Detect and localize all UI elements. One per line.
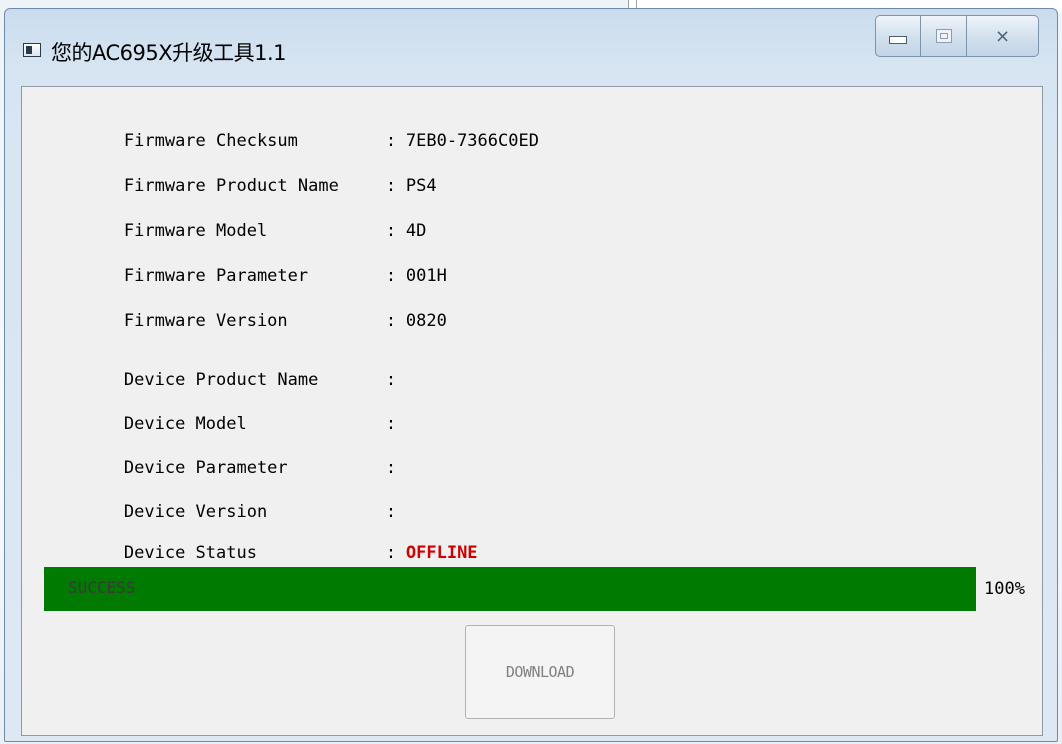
progress-percent: 100% — [984, 579, 1025, 599]
desktop-background: 您的AC695X升级工具1.1 ⨯ Firmware Checksum:7EB0… — [0, 0, 1062, 744]
maximize-button[interactable] — [921, 15, 967, 57]
field-device-status: Device Status: OFFLINE — [42, 517, 478, 563]
field-firmware-checksum: Firmware Checksum:7EB0-7366C0ED — [42, 105, 539, 151]
title-bar[interactable]: 您的AC695X升级工具1.1 ⨯ — [5, 9, 1057, 79]
field-device-model: Device Model: — [42, 388, 406, 434]
client-area: Firmware Checksum:7EB0-7366C0ED Firmware… — [21, 86, 1043, 736]
field-device-product-name: Device Product Name: — [42, 344, 406, 390]
close-button[interactable]: ⨯ — [967, 15, 1039, 57]
minimize-button[interactable] — [875, 15, 921, 57]
field-device-version: Device Version: — [42, 476, 406, 522]
upgrade-tool-window: 您的AC695X升级工具1.1 ⨯ Firmware Checksum:7EB0… — [4, 8, 1058, 742]
minimize-icon — [889, 36, 907, 44]
field-value: 0820 — [405, 311, 447, 331]
download-button[interactable]: DOWNLOAD — [465, 625, 615, 719]
caption-buttons: ⨯ — [875, 15, 1039, 57]
field-device-parameter: Device Parameter: — [42, 432, 406, 478]
field-firmware-version: Firmware Version:0820 — [42, 285, 447, 331]
device-status-value: OFFLINE — [405, 543, 478, 563]
app-window-icon[interactable] — [23, 43, 41, 57]
field-colon: : — [385, 311, 397, 331]
window-title: 您的AC695X升级工具1.1 — [51, 41, 287, 65]
field-label: Device Status — [123, 543, 257, 563]
field-firmware-model: Firmware Model:4D — [42, 195, 426, 241]
field-firmware-product-name: Firmware Product Name: PS4 — [42, 150, 437, 196]
progress-bar: SUCCESS — [44, 567, 976, 611]
field-label: Firmware Version — [123, 311, 288, 331]
field-colon: : — [385, 543, 397, 563]
maximize-icon — [935, 29, 952, 43]
progress-label: SUCCESS — [68, 578, 136, 597]
close-icon: ⨯ — [994, 25, 1011, 47]
progress-fill — [44, 567, 976, 611]
field-firmware-parameter: Firmware Parameter:001H — [42, 240, 447, 286]
